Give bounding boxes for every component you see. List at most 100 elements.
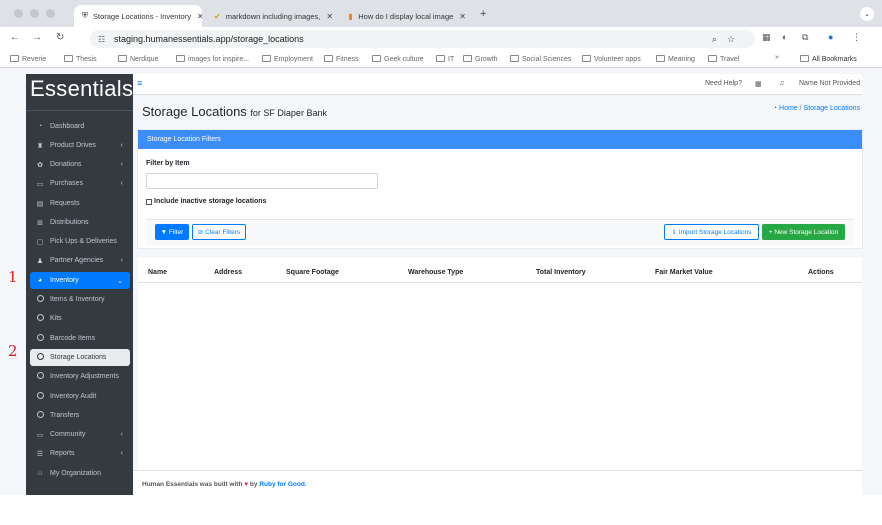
bookmark-star-icon[interactable]: ⌕☆ [712,34,745,45]
tab-markdown[interactable]: ✔ markdown including images, ✕ [206,5,338,27]
sidebar-item-dashboard[interactable]: ◔ Dashboard [30,118,130,135]
forward-icon[interactable]: → [32,32,42,43]
bookmark-item[interactable]: images for inspire... [176,55,249,63]
filter-button[interactable]: ▼ Filter [155,224,189,240]
storage-locations-table: Name Address Square Footage Warehouse Ty… [138,258,862,482]
sidebar-item-label: Items & Inventory [50,296,105,303]
bookmark-item[interactable]: IT [436,55,454,63]
extension-icon[interactable]: ▦ [762,32,771,43]
page-subtitle: for SF Diaper Bank [250,108,327,118]
sidebar-item-my-organization[interactable]: ⌂ My Organization [30,465,130,482]
sidebar-item-partner-agencies[interactable]: ♟ Partner Agencies ‹ [30,252,130,269]
checkbox-box[interactable] [146,198,152,205]
site-settings-icon[interactable]: ☷ [98,35,105,44]
sidebar-item-barcode-items[interactable]: Barcode Items [30,330,130,347]
circle-icon [35,353,45,362]
calendar-icon[interactable]: ▦ [755,80,762,88]
bookmark-item[interactable]: Growth [463,55,498,63]
clear-filters-button[interactable]: ⊘ Clear Filters [192,224,246,240]
footer-by: by [249,481,258,488]
bookmark-item[interactable]: Meaning [656,55,695,63]
sidebar-item-items-inventory[interactable]: Items & Inventory [30,291,130,308]
hamburger-icon[interactable]: ≡ [137,78,142,88]
more-bookmarks[interactable]: » [775,54,779,61]
sidebar-item-donations[interactable]: ✿ Donations ‹ [30,156,130,173]
tab-stackoverflow[interactable]: ▮ How do I display local image ✕ [340,5,474,27]
all-bookmarks[interactable]: All Bookmarks [800,55,857,63]
breadcrumb: ◔ Home / Storage Locations [773,105,860,112]
column-header-total-inventory[interactable]: Total Inventory [536,269,586,276]
column-header-warehouse-type[interactable]: Warehouse Type [408,269,463,276]
new-storage-location-button[interactable]: + New Storage Location [762,224,845,240]
column-header-actions: Actions [808,269,834,276]
include-inactive-checkbox[interactable]: Include inactive storage locations [146,198,266,205]
column-header-square-footage[interactable]: Square Footage [286,269,339,276]
user-menu[interactable]: Name Not Provided [799,80,860,87]
address-row: ← → ↻ ☷ staging.humanessentials.app/stor… [0,27,882,51]
window-controls[interactable] [14,9,55,18]
breadcrumb-current[interactable]: Storage Locations [804,105,860,112]
extension-icon[interactable]: ◐ [782,32,787,42]
sidebar-item-label: Inventory Audit [50,393,97,400]
url-bar[interactable]: ☷ staging.humanessentials.app/storage_lo… [90,30,755,48]
sidebar-item-kits[interactable]: Kits [30,310,130,327]
bookmark-item[interactable]: Employment [262,55,313,63]
menu-icon[interactable]: ⋮ [852,32,861,43]
close-icon[interactable]: ✕ [453,12,466,21]
column-header-name[interactable]: Name [148,269,167,276]
sidebar-item-distributions[interactable]: ⊞ Distributions [30,214,130,231]
sidebar-item-purchases[interactable]: ▭ Purchases ‹ [30,175,130,192]
divider [138,282,862,283]
import-storage-locations-button[interactable]: ⇪ Import Storage Locations [664,224,759,240]
sidebar-item-label: Inventory [50,277,79,284]
circle-icon [35,334,45,343]
profile-avatar[interactable]: ● [828,32,833,42]
sidebar-item-reports[interactable]: ☰ Reports ‹ [30,445,130,462]
list-icon: ☰ [36,450,44,458]
tab-storage-locations[interactable]: ⛨ Storage Locations - Inventory ✕ [74,5,202,27]
ban-icon: ⊘ [197,229,204,236]
column-header-address[interactable]: Address [214,269,242,276]
sidebar-item-community[interactable]: ▭ Community ‹ [30,426,130,443]
annotation-2: 2 [8,342,18,360]
dashboard-icon: ◔ [772,105,778,112]
logo[interactable]: Essentials [30,76,133,102]
close-icon[interactable]: ✕ [320,12,333,21]
need-help-link[interactable]: Need Help? [705,80,742,87]
sidebar-item-storage-locations[interactable]: Storage Locations [30,349,130,366]
bookmark-item[interactable]: Fitness [324,55,359,63]
sidebar-item-inventory-audit[interactable]: Inventory Audit [30,388,130,405]
bell-icon[interactable]: ♫ [779,80,784,87]
bookmark-item[interactable]: Geek culture [372,55,424,63]
breadcrumb-home[interactable]: Home [779,105,798,112]
reload-icon[interactable]: ↻ [56,32,64,43]
sidebar-item-inventory-adjustments[interactable]: Inventory Adjustments [30,368,130,385]
bookmark-item[interactable]: Volunteer opps [582,55,641,63]
bookmark-item[interactable]: Thesis [64,55,97,63]
chevron-left-icon: ‹ [120,142,123,149]
checkmark-icon: ✔ [214,11,221,21]
sidebar-item-pickups[interactable]: ▢ Pick Ups & Deliveries [30,233,130,250]
column-header-fair-market-value[interactable]: Fair Market Value [655,269,713,276]
bookmark-item[interactable]: Nerdique [118,55,158,63]
sidebar-item-product-drives[interactable]: ♜ Product Drives ‹ [30,137,130,154]
filter-by-item-select[interactable] [146,173,378,189]
chevron-down-icon[interactable]: ⌄ [860,7,874,21]
extensions-puzzle-icon[interactable]: ⧉ [802,32,808,43]
bookmark-item[interactable]: Social Sciences [510,55,571,63]
upload-icon: ⇪ [671,229,677,236]
ruby-for-good-link[interactable]: Ruby for Good. [259,481,306,488]
new-tab-button[interactable]: + [480,8,486,20]
calendar-icon: ▢ [36,238,44,246]
sidebar-item-label: Partner Agencies [50,257,104,264]
sidebar-item-inventory[interactable]: ◕ Inventory ⌄ [30,272,130,289]
sidebar-item-transfers[interactable]: Transfers [30,407,130,424]
bookmark-item[interactable]: Reverie [10,55,46,63]
sidebar-item-requests[interactable]: ▤ Requests [30,195,130,212]
cart-icon: ⊞ [37,219,43,227]
bookmark-item[interactable]: Travel [708,55,739,63]
back-icon[interactable]: ← [10,32,20,43]
close-icon[interactable]: ✕ [191,12,202,21]
circle-icon [35,314,45,323]
sidebar-item-label: Dashboard [50,123,85,130]
